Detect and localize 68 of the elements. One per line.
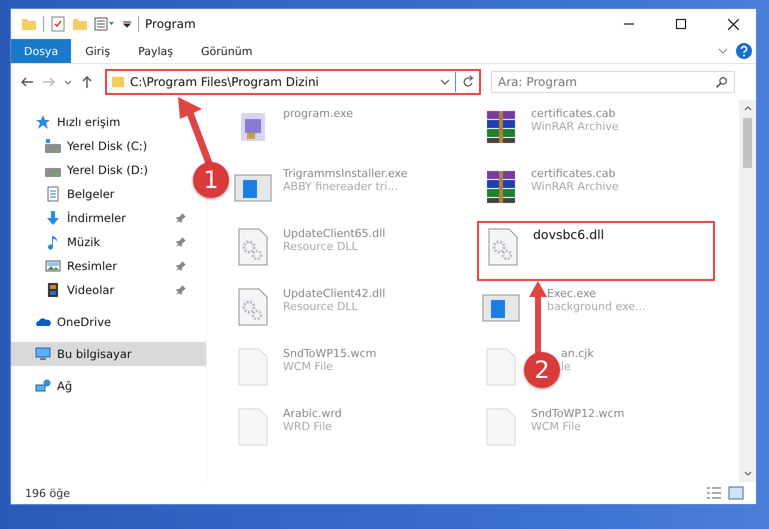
pin-icon[interactable] bbox=[176, 237, 186, 247]
pin-icon[interactable] bbox=[176, 285, 186, 295]
file-name: dovsbc6.dll bbox=[533, 227, 604, 242]
dropdown-icon[interactable] bbox=[122, 19, 132, 29]
sidebar-item[interactable]: Hızlı erişim bbox=[11, 110, 192, 134]
file-type: Resource DLL bbox=[283, 240, 359, 253]
sidebar-item[interactable]: OneDrive bbox=[11, 310, 192, 334]
ribbon-tab[interactable]: Paylaş bbox=[124, 39, 187, 63]
file-name: an.cjk bbox=[561, 347, 594, 360]
item-count: 196 öğe bbox=[25, 486, 70, 500]
file-type: Resource DLL bbox=[283, 300, 359, 313]
file-type: WRD File bbox=[283, 420, 333, 433]
search-icon bbox=[715, 76, 728, 88]
scrollbar[interactable] bbox=[739, 100, 756, 482]
file-name: SndToWP12.wcm bbox=[531, 407, 624, 420]
details-view-icon[interactable] bbox=[706, 486, 722, 500]
pin-icon[interactable] bbox=[176, 213, 186, 223]
thumbnail-view-icon[interactable] bbox=[728, 486, 744, 500]
sidebar-item[interactable]: Bu bilgisayar bbox=[11, 342, 206, 366]
ribbon-tab[interactable]: Giriş bbox=[71, 39, 124, 63]
file-name: certificates.cab bbox=[531, 167, 617, 180]
sidebar-item[interactable]: Belgeler bbox=[11, 182, 192, 206]
star-icon bbox=[35, 114, 51, 130]
checklist-icon[interactable] bbox=[50, 16, 66, 32]
folder-icon bbox=[111, 75, 125, 89]
network-icon bbox=[35, 378, 51, 394]
sidebar-item[interactable]: Ağ bbox=[11, 374, 192, 398]
file-name: UpdateClient42.dll bbox=[283, 287, 386, 300]
scrollbar-thumb[interactable] bbox=[743, 118, 752, 168]
download-arrow-icon bbox=[45, 210, 61, 226]
file-type: le bbox=[561, 360, 572, 373]
file-type: WCM File bbox=[283, 360, 334, 373]
chevron-down-icon[interactable] bbox=[440, 77, 450, 87]
window-title: Program bbox=[145, 17, 196, 31]
file-name: Exec.exe bbox=[547, 287, 597, 300]
help-icon[interactable] bbox=[736, 43, 752, 59]
file-name: Arabic.wrd bbox=[283, 407, 342, 420]
ribbon-tab[interactable]: Görünüm bbox=[187, 39, 266, 63]
ribbon-tab[interactable]: Dosya bbox=[11, 39, 72, 63]
properties-icon[interactable] bbox=[94, 16, 116, 32]
sidebar-item[interactable]: Resimler bbox=[11, 254, 192, 278]
monitor-icon bbox=[35, 346, 51, 362]
sidebar-item[interactable]: Yerel Disk (D:) bbox=[11, 158, 192, 182]
file-name: certificates.cab bbox=[531, 107, 617, 120]
file-type: WinRAR Archive bbox=[531, 120, 619, 133]
maximize-icon bbox=[676, 19, 686, 29]
address-path: C:\Program Files\Program Dizini bbox=[130, 75, 320, 89]
sidebar-item[interactable]: Müzik bbox=[11, 230, 192, 254]
file-type: ABBY finereader tri... bbox=[283, 180, 399, 193]
pin-icon[interactable] bbox=[176, 261, 186, 271]
file-type: background exe... bbox=[547, 300, 646, 313]
sidebar-item[interactable]: Videolar bbox=[11, 278, 192, 302]
drive-icon bbox=[45, 138, 61, 154]
sidebar-item[interactable]: Yerel Disk (C:) bbox=[11, 134, 192, 158]
picture-icon bbox=[45, 258, 61, 274]
refresh-icon[interactable] bbox=[461, 75, 475, 89]
file-type: WCM File bbox=[531, 420, 582, 433]
file-name: program.exe bbox=[283, 107, 353, 120]
file-name: TrigrammsInstaller.exe bbox=[283, 167, 408, 180]
file-name: UpdateClient65.dll bbox=[283, 227, 386, 240]
file-type: WinRAR Archive bbox=[531, 180, 619, 193]
document-icon bbox=[45, 186, 61, 202]
search-field[interactable]: Ara: Program bbox=[491, 71, 735, 93]
file-name: SndToWP15.wcm bbox=[283, 347, 376, 360]
film-icon bbox=[45, 282, 61, 298]
sidebar-item[interactable]: İndirmeler bbox=[11, 206, 192, 230]
address-bar[interactable]: C:\Program Files\Program Dizini bbox=[105, 69, 481, 95]
close-icon bbox=[728, 18, 738, 30]
